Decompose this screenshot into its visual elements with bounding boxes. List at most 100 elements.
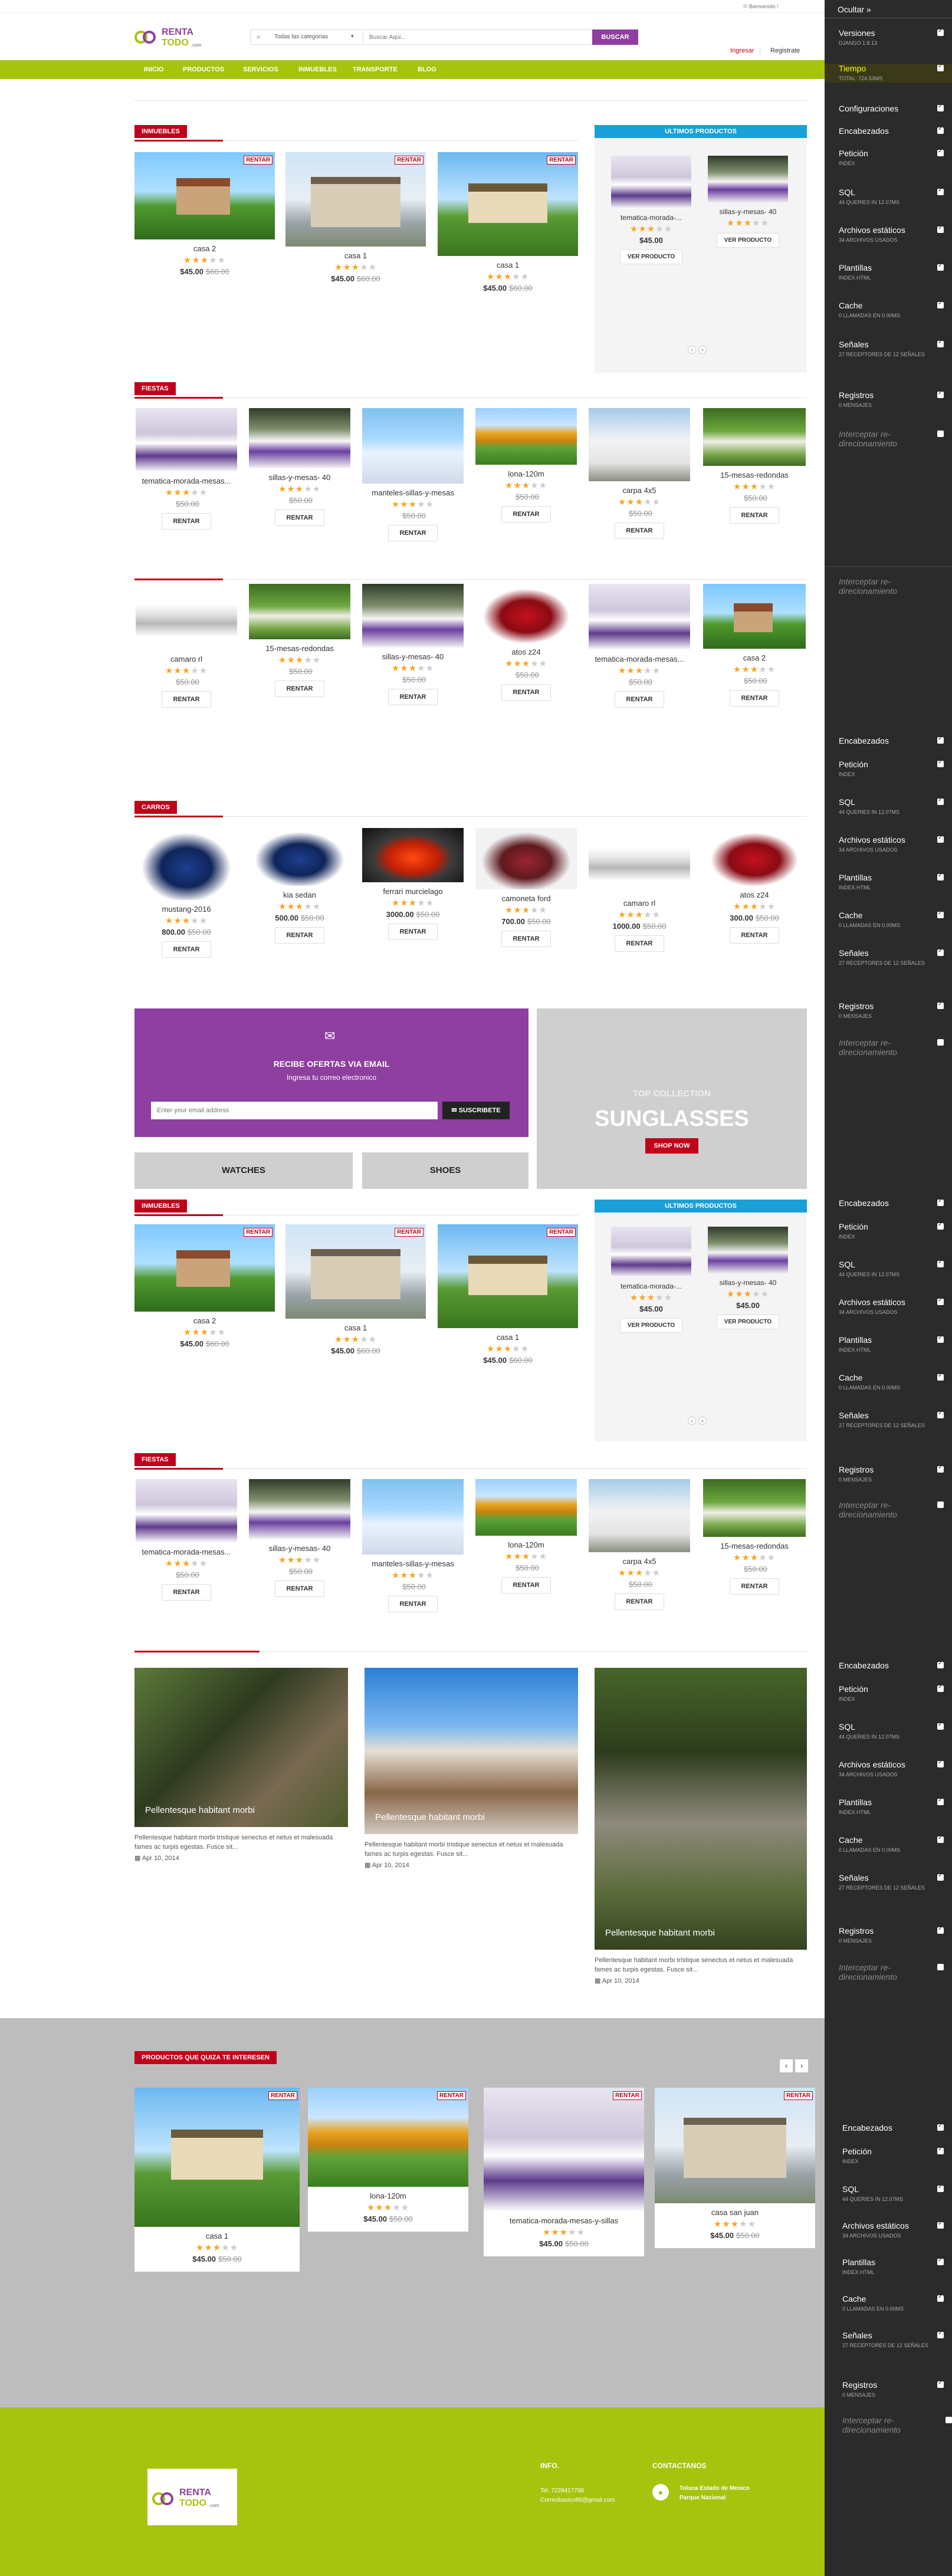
debug-panel-templates[interactable]: Plantillas INDEX.HTML xyxy=(828,2257,952,2276)
debug-panel-sql[interactable]: SQL 44 QUERIES IN 12.07ms xyxy=(825,797,952,816)
product-name[interactable]: camoneta ford xyxy=(475,894,577,903)
product-image[interactable] xyxy=(362,1479,464,1555)
product-card[interactable]: mustang-2016 ★★★★★ 800.00 $50.00 RENTAR xyxy=(136,828,237,958)
product-image[interactable] xyxy=(136,828,237,900)
checkbox-icon[interactable] xyxy=(946,2417,952,2423)
product-image[interactable] xyxy=(249,828,350,886)
product-card[interactable]: RENTAR casa 1 ★★★★★ $45.00 $60.00 xyxy=(285,152,426,283)
product-name[interactable]: atos z24 xyxy=(475,648,577,656)
product-image[interactable]: RENTAR xyxy=(134,2088,300,2227)
checkbox-icon[interactable] xyxy=(937,431,944,437)
product-card[interactable]: RENTAR casa 2 ★★★★★ $45.00 $60.00 xyxy=(134,1224,275,1348)
product-card[interactable]: sillas-y-mesas- 40 ★★★★★ $50.00 RENTAR xyxy=(249,408,350,526)
checkbox-icon[interactable] xyxy=(937,300,944,308)
product-image[interactable] xyxy=(475,584,577,643)
product-image[interactable] xyxy=(703,1479,806,1537)
debug-panel-signals[interactable]: Señales 27 RECEPTORES DE 12 SEÑALES xyxy=(828,2330,952,2350)
product-name[interactable]: tematica-morada-... xyxy=(611,213,691,222)
product-image[interactable] xyxy=(136,1479,237,1543)
rent-button[interactable]: RENTAR xyxy=(501,931,551,947)
rent-button[interactable]: RENTAR xyxy=(501,1577,551,1593)
product-card[interactable]: camoneta ford ★★★★★ 700.00 $50.00 RENTAR xyxy=(475,828,577,947)
debug-panel-templates[interactable]: Plantillas INDEX.HTML xyxy=(825,262,952,282)
checkbox-icon[interactable] xyxy=(937,1835,944,1843)
debug-panel-intercept[interactable]: Interceptar re-direcionamiento xyxy=(825,429,944,448)
checkbox-icon[interactable] xyxy=(937,2380,944,2388)
debug-panel-request[interactable]: Petición INDEX xyxy=(825,759,952,778)
debug-panel-time[interactable]: Tiempo TOTAL: 724.53ms xyxy=(825,63,952,83)
nav-inmuebles[interactable]: INMUEBLES xyxy=(298,66,337,73)
shoes-banner[interactable]: SHOES xyxy=(362,1152,528,1189)
rent-button[interactable]: RENTAR xyxy=(388,1596,438,1612)
rent-button[interactable]: RENTAR xyxy=(275,681,324,697)
checkbox-icon[interactable] xyxy=(937,1410,944,1418)
nav-servicios[interactable]: SERVICIOS xyxy=(243,66,278,73)
product-name[interactable]: manteles-sillas-y-mesas xyxy=(362,1559,464,1568)
checkbox-icon[interactable] xyxy=(937,126,944,134)
debug-panel-headers[interactable]: Encabezados xyxy=(825,1660,952,1670)
product-image[interactable] xyxy=(611,156,691,209)
product-card[interactable]: tematica-morada-mesas... ★★★★★ $50.00 RE… xyxy=(589,584,690,708)
rent-button[interactable]: RENTAR xyxy=(501,684,551,701)
product-card[interactable]: sillas-y-mesas- 40 ★★★★★ $45.00 VER PROD… xyxy=(708,1227,788,1329)
checkbox-icon[interactable] xyxy=(937,225,944,233)
product-card[interactable]: sillas-y-mesas- 40 ★★★★★ VER PRODUCTO xyxy=(708,156,788,248)
prev-arrow-icon[interactable]: ‹ xyxy=(780,2059,793,2072)
search-input[interactable] xyxy=(363,31,605,43)
debug-panel-signals[interactable]: Señales 27 RECEPTORES DE 12 SEÑALES xyxy=(825,1872,952,1892)
debug-panel-cache[interactable]: Cache 0 LLAMADAS EN 0.00ms xyxy=(825,1835,952,1854)
blog-post[interactable]: Pellentesque habitant morbi Pellentesque… xyxy=(134,1668,348,1862)
nav-inicio[interactable]: INICIO xyxy=(144,66,164,73)
product-image[interactable] xyxy=(589,1479,690,1552)
next-arrow-icon[interactable]: › xyxy=(698,346,707,354)
product-name[interactable]: casa san juan xyxy=(655,2208,815,2217)
checkbox-icon[interactable] xyxy=(937,390,944,398)
checkbox-icon[interactable] xyxy=(937,2330,944,2338)
checkbox-icon[interactable] xyxy=(937,1872,944,1881)
debug-panel-logging[interactable]: Registros 0 MENSAJES xyxy=(825,1001,952,1020)
nav-productos[interactable]: PRODUCTOS xyxy=(183,66,224,73)
product-name[interactable]: 15-mesas-redondas xyxy=(703,1542,806,1550)
product-image[interactable] xyxy=(589,584,690,650)
checkbox-icon[interactable] xyxy=(937,759,944,767)
rent-button[interactable]: RENTAR xyxy=(388,525,438,541)
product-name[interactable]: tematica-morada-mesas... xyxy=(589,655,690,663)
product-name[interactable]: lona-120m xyxy=(475,1540,577,1549)
product-card[interactable]: tematica-morada-... ★★★★★ $45.00 VER PRO… xyxy=(611,1227,691,1333)
checkbox-icon[interactable] xyxy=(937,1721,944,1730)
debug-panel-request[interactable]: Petición INDEX xyxy=(825,148,952,167)
checkbox-icon[interactable] xyxy=(937,1259,944,1267)
debug-panel-cache[interactable]: Cache 0 LLAMADAS EN 0.00ms xyxy=(825,1372,952,1392)
checkbox-icon[interactable] xyxy=(937,1297,944,1305)
product-name[interactable]: tematica-morada-mesas-y-sillas xyxy=(484,2216,644,2225)
product-image[interactable]: RENTAR xyxy=(285,152,426,247)
product-image[interactable] xyxy=(611,1227,691,1277)
shop-now-button[interactable]: SHOP NOW xyxy=(645,1138,698,1154)
rent-button[interactable]: RENTAR xyxy=(730,690,779,707)
product-card[interactable]: sillas-y-mesas- 40 ★★★★★ $50.00 RENTAR xyxy=(249,1479,350,1597)
debug-panel-sql[interactable]: SQL 44 QUERIES IN 12.07ms xyxy=(825,187,952,206)
nav-transporte[interactable]: TRANSPORTE xyxy=(353,66,398,73)
rent-button[interactable]: RENTAR xyxy=(730,507,779,524)
product-card[interactable]: camaro rl ★★★★★ $50.00 RENTAR xyxy=(136,584,237,708)
rent-button[interactable]: RENTAR xyxy=(730,1578,779,1595)
checkbox-icon[interactable] xyxy=(937,910,944,918)
rent-button[interactable]: RENTAR xyxy=(162,691,211,708)
rent-button[interactable]: RENTAR xyxy=(615,1593,664,1610)
product-name[interactable]: 15-mesas-redondas xyxy=(703,471,806,479)
product-card[interactable]: atos z24 ★★★★★ $50.00 RENTAR xyxy=(475,584,577,701)
rent-button[interactable]: RENTAR xyxy=(162,941,211,958)
debug-panel-static[interactable]: Archivos estáticos 34 ARCHIVOS USADOS xyxy=(825,1297,952,1316)
product-card[interactable]: RENTAR casa 2 ★★★★★ $45.00 $60.00 xyxy=(134,152,275,276)
product-name[interactable]: carpa 4x5 xyxy=(589,1557,690,1566)
rent-button[interactable]: RENTAR xyxy=(162,1584,211,1601)
debug-panel-headers[interactable]: Encabezados xyxy=(825,126,952,136)
rent-button[interactable]: RENTAR xyxy=(615,935,664,952)
product-name[interactable]: 15-mesas-redondas xyxy=(249,644,350,653)
email-field[interactable] xyxy=(151,1102,438,1119)
product-image[interactable]: RENTAR xyxy=(655,2088,815,2203)
checkbox-icon[interactable] xyxy=(937,1464,944,1473)
product-image[interactable] xyxy=(362,828,464,882)
blog-image[interactable]: Pellentesque habitant morbi xyxy=(134,1668,348,1827)
blog-title[interactable]: Pellentesque habitant morbi xyxy=(375,1812,485,1822)
